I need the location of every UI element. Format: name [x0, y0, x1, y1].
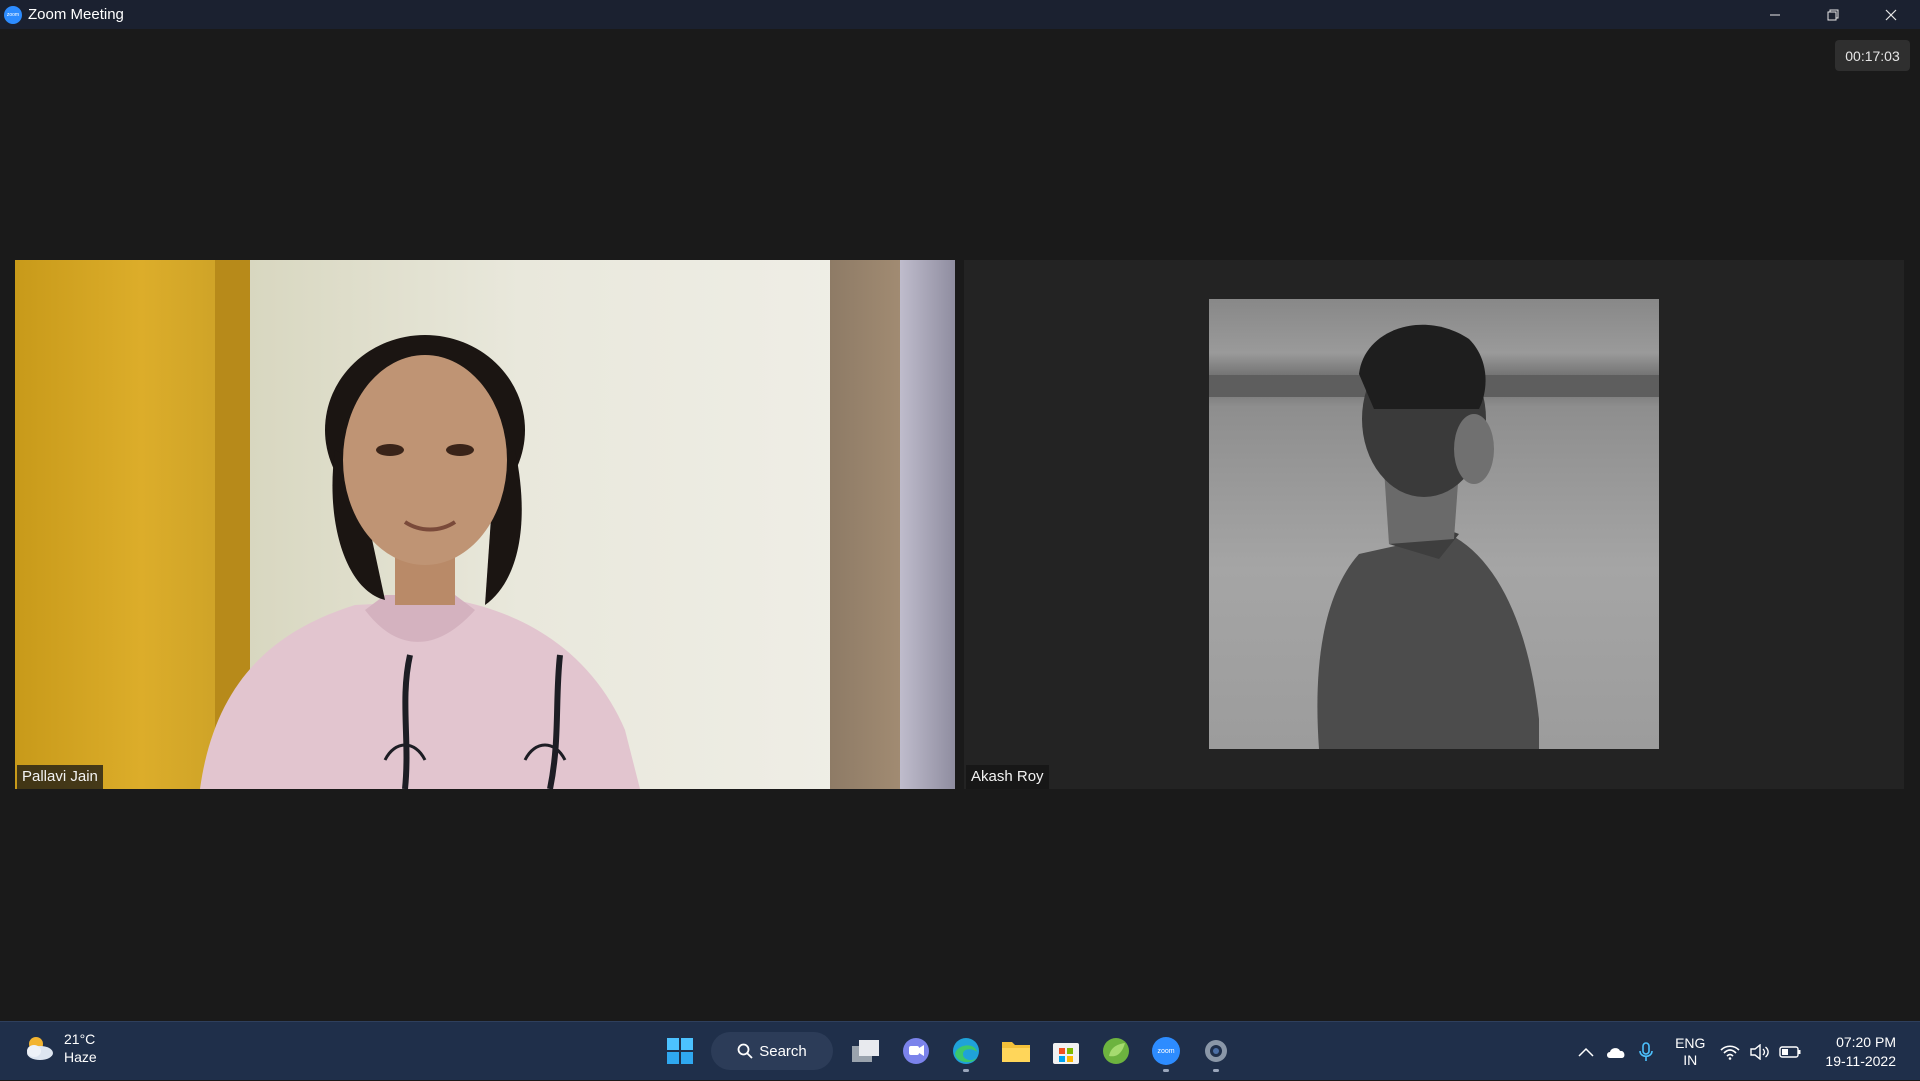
weather-widget[interactable]: 21°C Haze	[22, 1030, 97, 1066]
running-indicator	[1213, 1069, 1219, 1072]
window-controls	[1746, 0, 1920, 29]
edge-icon	[953, 1038, 979, 1064]
taskbar-search[interactable]: Search	[711, 1032, 833, 1070]
zoom-icon-text: zoom	[1157, 1047, 1175, 1055]
start-button[interactable]	[655, 1028, 705, 1074]
onedrive-button[interactable]	[1601, 1037, 1631, 1067]
wifi-icon	[1720, 1044, 1740, 1060]
battery-button[interactable]	[1775, 1037, 1805, 1067]
settings-button[interactable]	[1191, 1028, 1241, 1074]
start-icon	[667, 1038, 693, 1064]
running-indicator	[963, 1069, 969, 1072]
meeting-timer: 00:17:03	[1835, 40, 1910, 71]
show-hidden-icons-button[interactable]	[1571, 1037, 1601, 1067]
speaker-icon	[1750, 1043, 1770, 1060]
file-explorer-button[interactable]	[991, 1028, 1041, 1074]
zoom-app-icon: zoom	[4, 5, 22, 24]
microsoft-store-icon	[1053, 1043, 1079, 1064]
network-button[interactable]	[1715, 1037, 1745, 1067]
file-explorer-icon	[1002, 1042, 1030, 1062]
edge-button[interactable]	[941, 1028, 991, 1074]
search-icon	[737, 1043, 753, 1059]
task-view-icon	[852, 1040, 879, 1062]
participant-profile-photo	[1209, 299, 1659, 749]
windows-taskbar: 21°C Haze Search zoom ENG IN 07:20 PM 19…	[0, 1021, 1920, 1080]
cloud-icon	[1607, 1047, 1625, 1058]
weather-condition: Haze	[64, 1049, 97, 1065]
settings-icon	[1205, 1040, 1227, 1062]
battery-icon	[1779, 1045, 1801, 1058]
participant-video-tile[interactable]: Pallavi Jain	[15, 260, 955, 789]
participant-video-person	[200, 335, 640, 789]
minimize-button[interactable]	[1746, 0, 1804, 29]
participant-name-label: Akash Roy	[966, 765, 1049, 789]
participant-video-tile[interactable]: Akash Roy	[964, 260, 1904, 789]
spring-tool-button[interactable]	[1091, 1028, 1141, 1074]
microphone-button[interactable]	[1631, 1037, 1661, 1067]
microphone-icon	[1639, 1041, 1653, 1061]
volume-button[interactable]	[1745, 1037, 1775, 1067]
taskbar-apps: Search zoom	[655, 1028, 1241, 1074]
meeting-area: 00:17:03 Pallavi Jain Akash Roy	[0, 29, 1920, 1021]
zoom-taskbar-button[interactable]: zoom	[1141, 1028, 1191, 1074]
input-language-button[interactable]: ENG IN	[1675, 1035, 1705, 1069]
close-icon	[1885, 9, 1897, 20]
spring-icon	[1103, 1038, 1129, 1064]
language-code: ENG	[1675, 1034, 1706, 1051]
weather-haze-icon	[22, 1031, 56, 1065]
taskbar-clock[interactable]: 07:20 PM 19-11-2022	[1825, 1033, 1896, 1071]
microsoft-store-button[interactable]	[1041, 1028, 1091, 1074]
chevron-up-icon	[1578, 1047, 1594, 1057]
task-view-button[interactable]	[841, 1028, 891, 1074]
restore-icon	[1827, 9, 1839, 20]
zoom-app-icon-text: zoom	[6, 11, 20, 18]
language-region: IN	[1683, 1051, 1698, 1068]
minimize-icon	[1770, 14, 1780, 15]
system-tray: ENG IN 07:20 PM 19-11-2022	[1571, 1022, 1920, 1081]
search-label: Search	[759, 1042, 807, 1060]
weather-temperature: 21°C	[64, 1031, 96, 1047]
close-button[interactable]	[1862, 0, 1920, 29]
participant-name-label: Pallavi Jain	[17, 765, 103, 789]
window-title: Zoom Meeting	[28, 6, 124, 23]
teams-chat-icon	[903, 1038, 929, 1064]
participant-photo-person	[1317, 324, 1539, 749]
clock-time: 07:20 PM	[1836, 1033, 1896, 1050]
restore-button[interactable]	[1804, 0, 1862, 29]
clock-date: 19-11-2022	[1825, 1052, 1896, 1069]
running-indicator	[1163, 1069, 1169, 1072]
teams-chat-button[interactable]	[891, 1028, 941, 1074]
window-titlebar: zoom Zoom Meeting	[0, 0, 1920, 29]
